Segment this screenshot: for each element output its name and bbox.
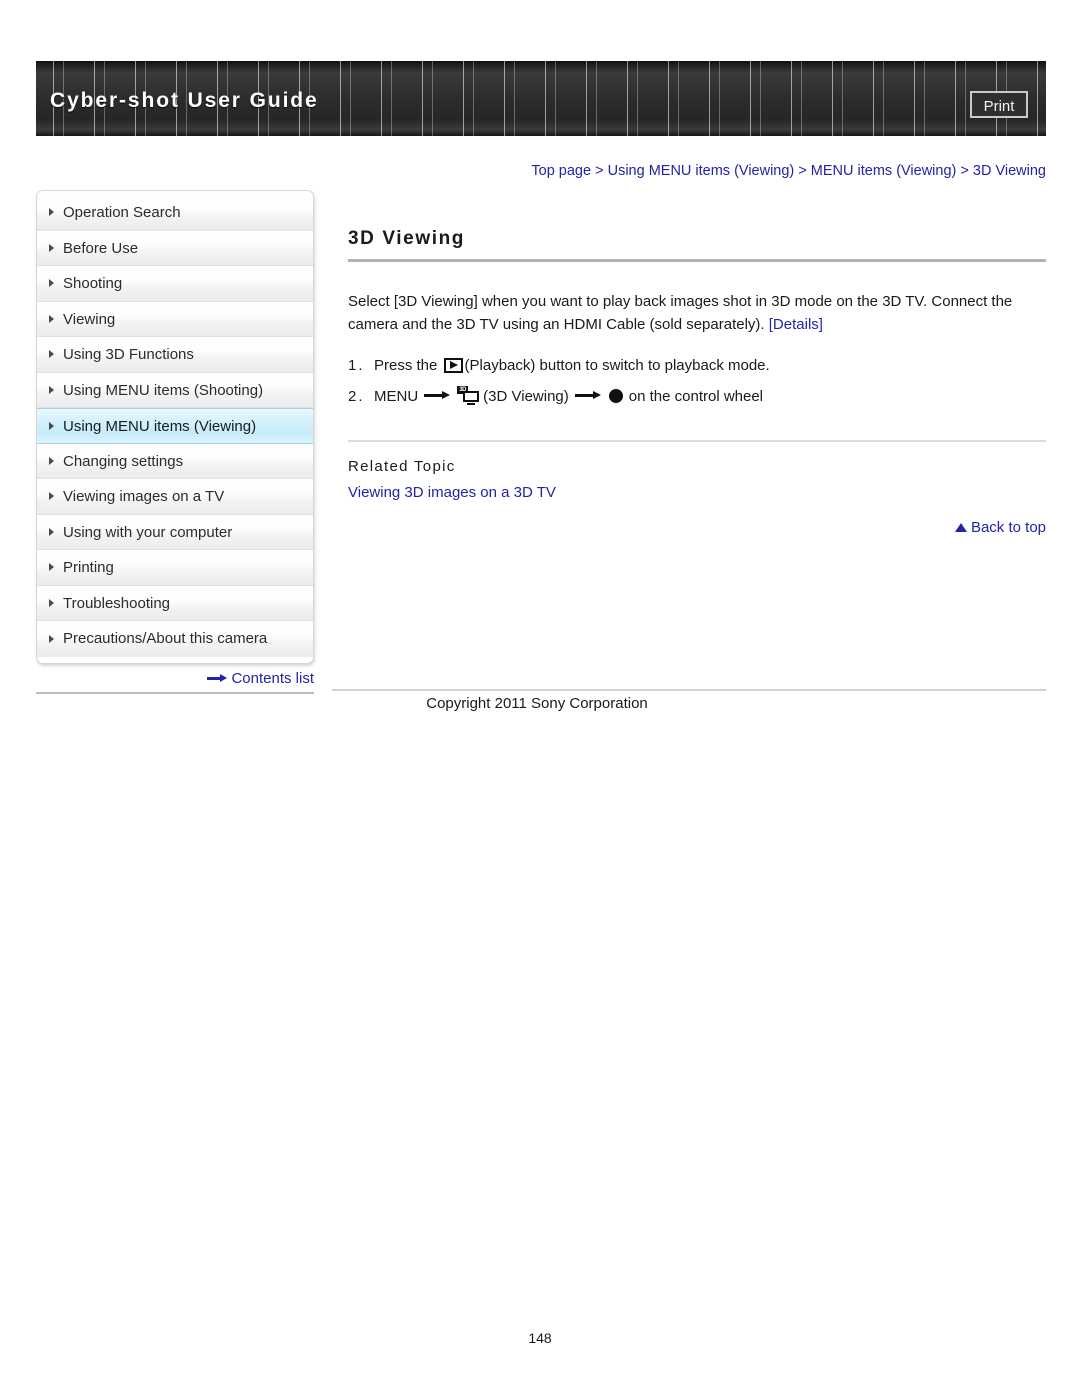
center-button-icon	[608, 389, 623, 403]
step-text-after: (Playback) button to switch to playback …	[464, 357, 770, 374]
sidebar-item-precautions-about-this-camera[interactable]: Precautions/About this camera	[37, 621, 313, 657]
sidebar-item-using-with-your-computer[interactable]: Using with your computer	[37, 514, 313, 550]
breadcrumb-item-top-page[interactable]: Top page	[531, 163, 591, 179]
step-number: 1.	[348, 357, 365, 374]
print-button[interactable]: Print	[970, 91, 1028, 118]
title-divider	[348, 259, 1046, 262]
copyright-text: Copyright 2011 Sony Corporation	[426, 695, 648, 712]
page-title: 3D Viewing	[348, 228, 466, 249]
header-banner: Cyber-shot User Guide Print	[36, 61, 1046, 136]
sidebar-item-label: Troubleshooting	[63, 594, 171, 612]
sidebar-item-operation-search[interactable]: Operation Search	[37, 195, 313, 231]
related-topic-heading: Related Topic	[348, 458, 456, 475]
footer-divider	[332, 689, 1046, 691]
sidebar-item-before-use[interactable]: Before Use	[37, 230, 313, 266]
sidebar-item-using-menu-items-shooting[interactable]: Using MENU items (Shooting)	[37, 372, 313, 408]
breadcrumb: Top page > Using MENU items (Viewing) > …	[348, 163, 1046, 179]
back-to-top-label: Back to top	[970, 519, 1046, 536]
tv-screen-shape	[463, 391, 480, 402]
chevron-right-icon	[49, 492, 54, 501]
sidebar-item-label: Shooting	[63, 275, 123, 292]
intro-text: Select [3D Viewing] when you want to pla…	[348, 293, 1013, 333]
chevron-right-icon	[49, 456, 54, 465]
sidebar-item-changing-settings[interactable]: Changing settings	[37, 443, 313, 479]
playback-icon	[443, 358, 463, 373]
chevron-right-icon	[49, 527, 54, 536]
sidebar-item-label: Viewing	[63, 310, 116, 328]
steps-list: 1. Press the (Playback) button to switch …	[348, 350, 1046, 412]
sidebar-item-viewing[interactable]: Viewing	[37, 301, 313, 337]
chevron-right-icon	[49, 243, 54, 252]
chevron-right-icon	[49, 421, 54, 430]
mode-label: (3D Viewing)	[483, 388, 569, 405]
sidebar-item-label: Using 3D Functions	[63, 346, 194, 363]
sidebar-item-printing[interactable]: Printing	[37, 550, 313, 586]
step-text-before: Press the	[374, 357, 442, 374]
menu-label: MENU	[374, 388, 419, 405]
sidebar-bottom-divider	[36, 692, 314, 694]
sidebar-item-using-3d-functions[interactable]: Using 3D Functions	[37, 337, 313, 373]
breadcrumb-item-3d-viewing[interactable]: 3D Viewing	[973, 163, 1046, 179]
contents-list-link[interactable]: Contents list	[36, 670, 314, 687]
chevron-right-icon	[49, 350, 54, 359]
sidebar-item-label: Before Use	[63, 239, 139, 257]
triangle-up-icon	[954, 523, 967, 532]
main-content: 3D Viewing Select [3D Viewing] when you …	[348, 228, 1046, 502]
chevron-right-icon	[49, 208, 54, 217]
sidebar-item-viewing-images-on-a-tv[interactable]: Viewing images on a TV	[37, 479, 313, 515]
breadcrumb-item-using-menu-items-viewing[interactable]: Using MENU items (Viewing)	[608, 163, 795, 179]
arrow-right-icon	[207, 674, 228, 682]
arrow-right-icon	[574, 391, 601, 400]
breadcrumb-separator: >	[798, 163, 807, 179]
breadcrumb-separator: >	[960, 163, 969, 179]
page-number: 148	[528, 1330, 552, 1346]
step-1: 1. Press the (Playback) button to switch …	[348, 350, 1046, 381]
chevron-right-icon	[49, 385, 54, 394]
chevron-right-icon	[49, 279, 54, 288]
chevron-right-icon	[49, 563, 54, 572]
sidebar-item-troubleshooting[interactable]: Troubleshooting	[37, 585, 313, 621]
app-title: Cyber-shot User Guide	[50, 89, 319, 112]
sidebar-nav: Operation Search Before Use Shooting Vie…	[36, 190, 314, 664]
sidebar-item-label: Using with your computer	[63, 523, 233, 541]
chevron-right-icon	[49, 314, 54, 323]
sidebar-item-label: Printing	[63, 559, 114, 576]
sidebar-item-label: Operation Search	[63, 204, 181, 221]
related-topic-divider	[348, 440, 1046, 442]
sidebar-item-label: Using MENU items (Viewing)	[63, 418, 257, 435]
step-2: 2. MENU 3D (3D Viewing) on the control wheel	[348, 381, 1046, 412]
breadcrumb-separator: >	[595, 163, 604, 179]
chevron-right-icon	[49, 634, 54, 643]
sidebar-item-label: Viewing images on a TV	[63, 488, 225, 505]
breadcrumb-item-menu-items-viewing[interactable]: MENU items (Viewing)	[811, 163, 957, 179]
details-link[interactable]: [Details]	[769, 316, 823, 333]
tv-stand-shape	[467, 403, 476, 405]
sidebar-item-label: Precautions/About this camera	[63, 630, 268, 647]
control-wheel-label: on the control wheel	[628, 388, 764, 405]
intro-paragraph: Select [3D Viewing] when you want to pla…	[348, 290, 1046, 336]
back-to-top-link[interactable]: Back to top	[348, 519, 1046, 536]
sidebar-item-label: Using MENU items (Shooting)	[63, 381, 264, 399]
sidebar-item-label: Changing settings	[63, 452, 184, 470]
arrow-right-icon	[424, 391, 451, 400]
chevron-right-icon	[49, 598, 54, 607]
sidebar-item-using-menu-items-viewing[interactable]: Using MENU items (Viewing)	[37, 408, 313, 444]
related-topic-link[interactable]: Viewing 3D images on a 3D TV	[348, 484, 556, 501]
sidebar-item-shooting[interactable]: Shooting	[37, 266, 313, 302]
3d-viewing-icon: 3D	[457, 386, 480, 405]
contents-list-label: Contents list	[231, 670, 314, 687]
step-number: 2.	[348, 388, 365, 405]
